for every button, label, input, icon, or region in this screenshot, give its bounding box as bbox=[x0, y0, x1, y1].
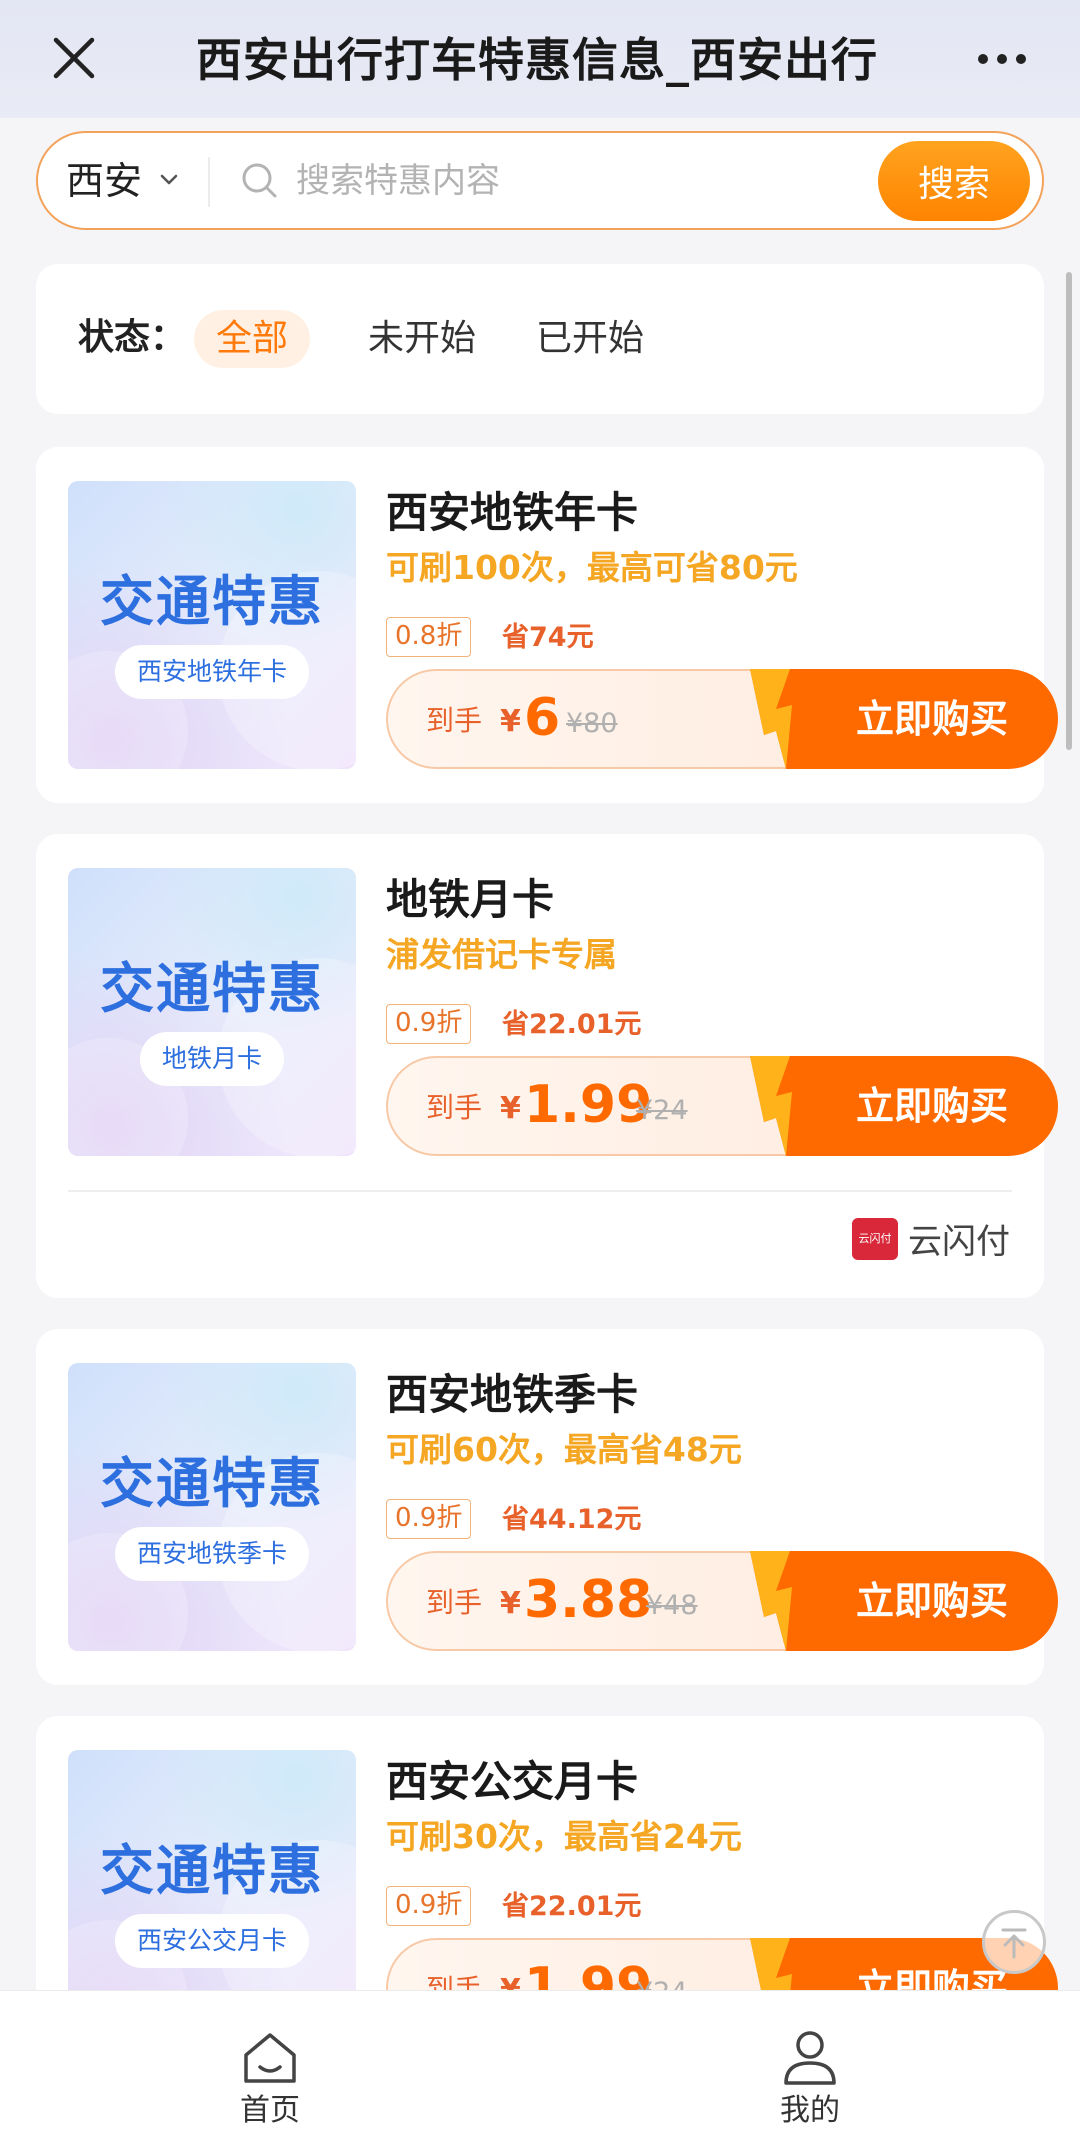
product-name: 西安地铁季卡 bbox=[386, 1370, 639, 1419]
search-button[interactable]: 搜索 bbox=[878, 141, 1030, 221]
unionpay-logo-icon: 云闪付 bbox=[852, 1217, 898, 1260]
chevron-down-icon bbox=[160, 174, 178, 185]
top-bar: 西安出行打车特惠信息_西安出行 bbox=[0, 0, 1080, 118]
thumb-tag: 地铁月卡 bbox=[139, 1032, 285, 1086]
save-amount: 省44.12元 bbox=[502, 1504, 642, 1535]
product-name: 西安地铁年卡 bbox=[386, 488, 639, 537]
close-icon[interactable] bbox=[50, 34, 98, 82]
product-card[interactable]: 交通特惠 西安地铁年卡 西安地铁年卡 可刷100次，最高可省80元 0.8折 省… bbox=[36, 447, 1058, 803]
final-price: 3.88 bbox=[524, 1570, 653, 1630]
price-label: 到手 bbox=[426, 1091, 483, 1124]
product-thumbnail: 交通特惠 地铁月卡 bbox=[68, 868, 356, 1156]
price-label: 到手 bbox=[426, 704, 483, 737]
product-desc: 可刷60次，最高省48元 bbox=[386, 1430, 742, 1469]
product-name: 西安公交月卡 bbox=[386, 1757, 639, 1806]
save-amount: 省74元 bbox=[502, 622, 594, 653]
save-amount: 省22.01元 bbox=[502, 1891, 642, 1922]
status-filter: 状态： 全部 未开始 已开始 bbox=[36, 264, 1044, 414]
original-price: ¥24 bbox=[636, 1095, 688, 1126]
original-price: ¥48 bbox=[646, 1590, 698, 1621]
tab-label: 首页 bbox=[240, 2093, 300, 2128]
thumb-tag: 西安公交月卡 bbox=[114, 1914, 310, 1968]
brand-name: 云闪付 bbox=[908, 1222, 1010, 1262]
buy-label: 立即购买 bbox=[855, 697, 1008, 741]
thumb-title: 交通特惠 bbox=[100, 1452, 324, 1515]
status-label: 状态： bbox=[78, 317, 187, 358]
thumb-title: 交通特惠 bbox=[100, 957, 324, 1020]
status-option-all[interactable]: 全部 bbox=[194, 310, 311, 368]
currency-symbol: ¥ bbox=[500, 704, 521, 739]
tab-home[interactable]: 首页 bbox=[170, 1991, 370, 2142]
home-icon bbox=[244, 2033, 296, 2083]
search-input[interactable] bbox=[296, 153, 876, 209]
product-desc: 可刷100次，最高可省80元 bbox=[386, 548, 798, 587]
discount-badge: 0.9折 bbox=[386, 1886, 472, 1926]
currency-symbol: ¥ bbox=[500, 1586, 521, 1621]
product-thumbnail: 交通特惠 西安地铁季卡 bbox=[68, 1363, 356, 1651]
final-price: 1.99 bbox=[524, 1075, 653, 1135]
discount-badge: 0.9折 bbox=[386, 1004, 472, 1044]
final-price: 6 bbox=[524, 688, 561, 748]
scrollbar[interactable] bbox=[1066, 272, 1072, 750]
divider bbox=[68, 1190, 1012, 1192]
search-icon bbox=[242, 163, 277, 198]
thumb-title: 交通特惠 bbox=[100, 570, 324, 633]
buy-button[interactable]: 立即购买 bbox=[746, 1056, 1058, 1156]
buy-button[interactable]: 立即购买 bbox=[746, 1551, 1058, 1651]
thumb-title: 交通特惠 bbox=[100, 1839, 324, 1902]
buy-label: 立即购买 bbox=[855, 1579, 1008, 1623]
thumb-tag: 西安地铁年卡 bbox=[114, 645, 310, 699]
discount-badge: 0.8折 bbox=[386, 617, 472, 657]
product-card[interactable]: 交通特惠 西安地铁季卡 西安地铁季卡 可刷60次，最高省48元 0.9折 省44… bbox=[36, 1329, 1058, 1685]
buy-button[interactable]: 立即购买 bbox=[746, 669, 1058, 769]
original-price: ¥80 bbox=[566, 708, 618, 739]
buy-label: 立即购买 bbox=[855, 1084, 1008, 1128]
product-thumbnail: 交通特惠 西安地铁年卡 bbox=[68, 481, 356, 769]
brand-tag: 云闪付 云闪付 bbox=[852, 1214, 1010, 1263]
save-amount: 省22.01元 bbox=[502, 1009, 642, 1040]
more-icon[interactable] bbox=[978, 44, 1038, 74]
tab-mine[interactable]: 我的 bbox=[710, 1991, 910, 2142]
status-option-started[interactable]: 已开始 bbox=[514, 310, 666, 368]
city-selector[interactable]: 西安 bbox=[66, 155, 142, 207]
back-to-top-icon[interactable] bbox=[982, 1910, 1046, 1974]
tab-label: 我的 bbox=[780, 2093, 840, 2128]
bottom-nav: 首页 我的 bbox=[0, 1990, 1080, 2142]
page-title: 西安出行打车特惠信息_西安出行 bbox=[196, 33, 878, 87]
currency-symbol: ¥ bbox=[500, 1091, 521, 1126]
product-card[interactable]: 交通特惠 地铁月卡 地铁月卡 浦发借记卡专属 0.9折 省22.01元 到手 ¥… bbox=[36, 834, 1058, 1298]
user-icon bbox=[784, 2031, 836, 2085]
status-option-not-started[interactable]: 未开始 bbox=[346, 310, 498, 368]
search-bar: 西安 搜索 bbox=[36, 131, 1044, 230]
divider bbox=[208, 157, 210, 207]
discount-badge: 0.9折 bbox=[386, 1499, 472, 1539]
product-name: 地铁月卡 bbox=[386, 875, 555, 924]
price-label: 到手 bbox=[426, 1586, 483, 1619]
thumb-tag: 西安地铁季卡 bbox=[114, 1527, 310, 1581]
product-desc: 可刷30次，最高省24元 bbox=[386, 1817, 742, 1856]
product-desc: 浦发借记卡专属 bbox=[386, 935, 617, 974]
